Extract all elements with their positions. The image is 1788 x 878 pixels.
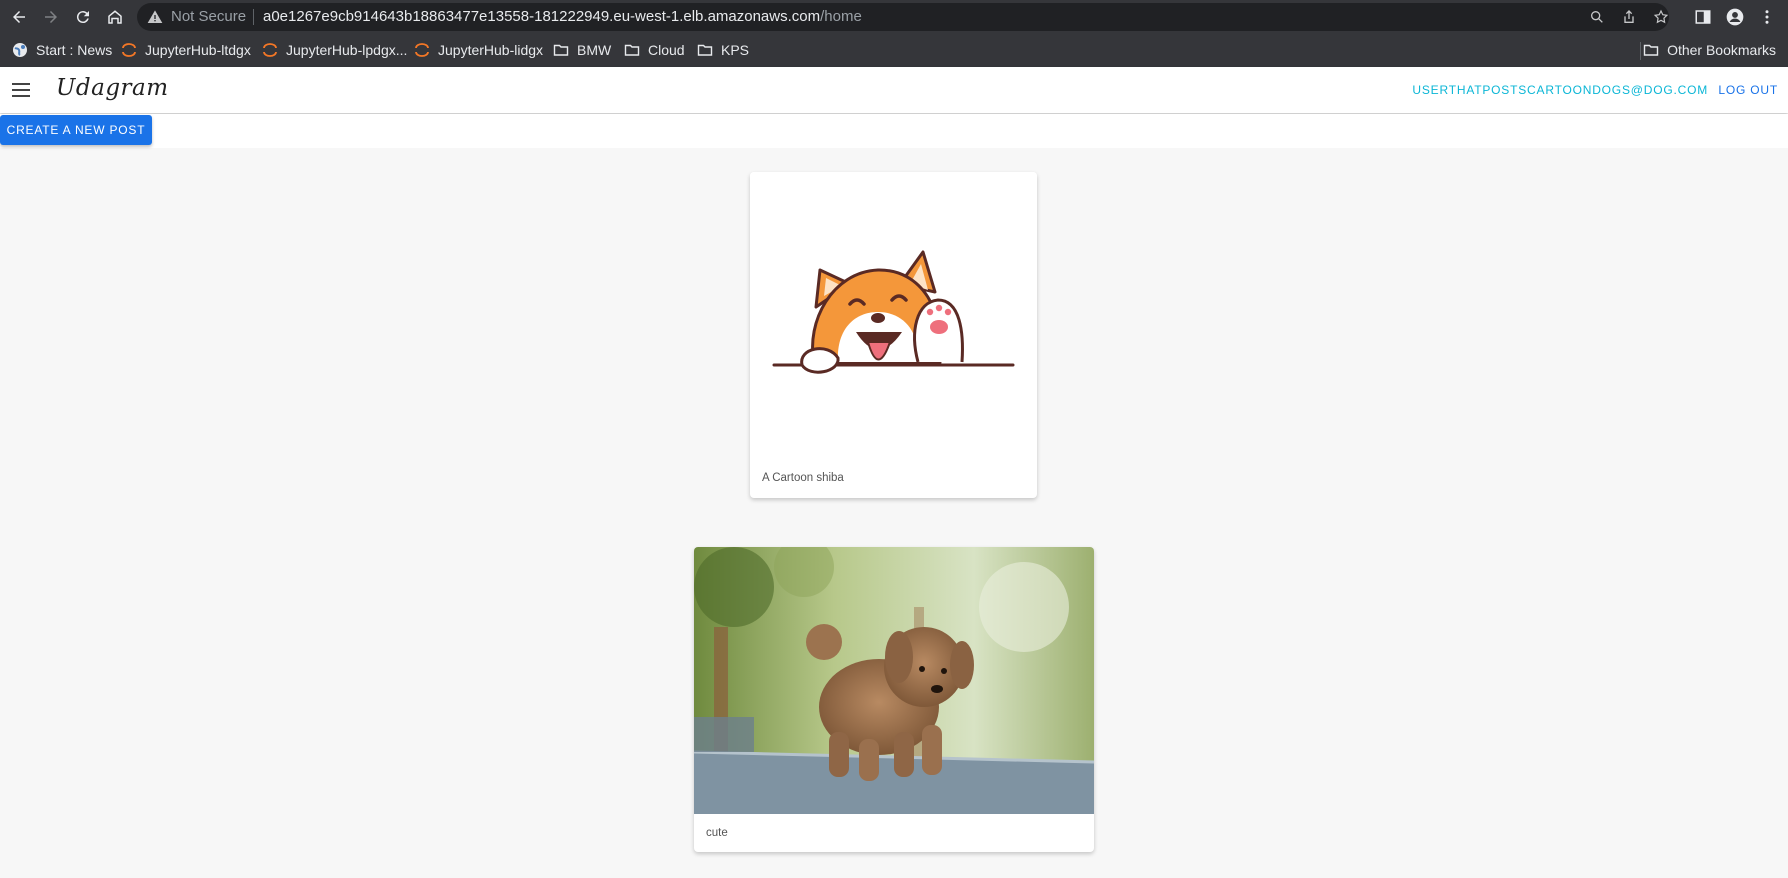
post-caption: A Cartoon shiba bbox=[762, 472, 844, 484]
forward-arrow-icon bbox=[45, 11, 57, 23]
poodle-puppy-photo bbox=[694, 547, 1094, 814]
address-bar[interactable]: Not Secure a0e1267e9cb914643b18863477e13… bbox=[137, 3, 1669, 31]
bookmark-folder-bmw[interactable]: BMW bbox=[553, 40, 611, 60]
url-text[interactable]: a0e1267e9cb914643b18863477e13558-1812229… bbox=[263, 8, 862, 25]
share-icon[interactable] bbox=[1621, 9, 1637, 25]
bookmark-label: JupyterHub-lpdgx... bbox=[286, 42, 408, 58]
back-button[interactable] bbox=[6, 4, 32, 30]
bookmark-folder-kps[interactable]: KPS bbox=[697, 40, 749, 60]
bookmark-label: Cloud bbox=[648, 42, 685, 58]
back-arrow-icon bbox=[13, 11, 25, 23]
globe-icon bbox=[13, 43, 27, 57]
bookmark-jupyterhub-lidgx[interactable]: JupyterHub-lidgx bbox=[414, 40, 543, 60]
brand-logo[interactable]: Udagram bbox=[56, 75, 169, 101]
feed-card: cute bbox=[694, 547, 1094, 852]
side-panel-button[interactable] bbox=[1690, 4, 1716, 30]
logout-button[interactable]: LOG OUT bbox=[1718, 83, 1778, 97]
more-vert-icon bbox=[1765, 10, 1769, 24]
other-bookmarks[interactable]: Other Bookmarks bbox=[1643, 40, 1776, 60]
profile-icon bbox=[1726, 8, 1744, 26]
home-button[interactable] bbox=[102, 4, 128, 30]
omnibox-divider bbox=[253, 9, 254, 25]
bookmark-start-news[interactable]: Start : News bbox=[12, 40, 112, 60]
puppy-photo-illustration bbox=[694, 547, 1094, 814]
security-label[interactable]: Not Secure bbox=[171, 8, 246, 25]
jupyter-icon bbox=[122, 43, 136, 57]
home-icon bbox=[108, 10, 122, 24]
url-path: /home bbox=[820, 8, 862, 25]
bookmarks-bar: Start : News JupyterHub-ltdgx JupyterHub… bbox=[0, 34, 1788, 67]
bookmark-jupyterhub-lpdgx[interactable]: JupyterHub-lpdgx... bbox=[262, 40, 407, 60]
app-header: Udagram USERTHATPOSTSCARTOONDOGS@DOG.COM… bbox=[0, 67, 1788, 113]
bookmark-label: JupyterHub-ltdgx bbox=[145, 42, 251, 58]
bookmarks-divider bbox=[1640, 42, 1641, 60]
folder-icon bbox=[1643, 44, 1659, 56]
bookmark-jupyterhub-ltdgx[interactable]: JupyterHub-ltdgx bbox=[121, 40, 251, 60]
forward-button[interactable] bbox=[38, 4, 64, 30]
url-host: a0e1267e9cb914643b18863477e13558-1812229… bbox=[263, 8, 821, 25]
jupyter-icon bbox=[415, 43, 429, 57]
folder-icon bbox=[697, 44, 713, 56]
folder-icon bbox=[553, 44, 569, 56]
bookmark-label: Start : News bbox=[36, 42, 113, 58]
bookmark-label: BMW bbox=[577, 42, 612, 58]
reload-icon bbox=[76, 11, 89, 24]
reload-button[interactable] bbox=[70, 4, 96, 30]
create-post-button[interactable]: CREATE A NEW POST bbox=[0, 115, 152, 145]
folder-icon bbox=[624, 44, 640, 56]
other-bookmarks-label: Other Bookmarks bbox=[1667, 42, 1776, 58]
side-panel-icon bbox=[1695, 10, 1711, 24]
user-email-link[interactable]: USERTHATPOSTSCARTOONDOGS@DOG.COM bbox=[1412, 83, 1708, 97]
bookmark-star-icon[interactable] bbox=[1653, 9, 1669, 25]
bookmark-folder-cloud[interactable]: Cloud bbox=[624, 40, 685, 60]
hamburger-menu-icon[interactable] bbox=[10, 79, 32, 101]
jupyter-icon bbox=[263, 43, 277, 57]
bookmark-label: KPS bbox=[721, 42, 750, 58]
post-caption: cute bbox=[706, 827, 728, 839]
zoom-icon[interactable] bbox=[1589, 9, 1605, 25]
warning-icon[interactable] bbox=[147, 9, 163, 25]
shiba-illustration bbox=[772, 250, 1015, 374]
bookmark-label: JupyterHub-lidgx bbox=[438, 42, 544, 58]
profile-button[interactable] bbox=[1722, 4, 1748, 30]
menu-kebab-button[interactable] bbox=[1754, 4, 1780, 30]
browser-toolbar: Not Secure a0e1267e9cb914643b18863477e13… bbox=[0, 0, 1788, 34]
cartoon-shiba-image bbox=[750, 172, 1037, 454]
feed-card: A Cartoon shiba bbox=[750, 172, 1037, 498]
action-bar bbox=[0, 114, 1788, 148]
